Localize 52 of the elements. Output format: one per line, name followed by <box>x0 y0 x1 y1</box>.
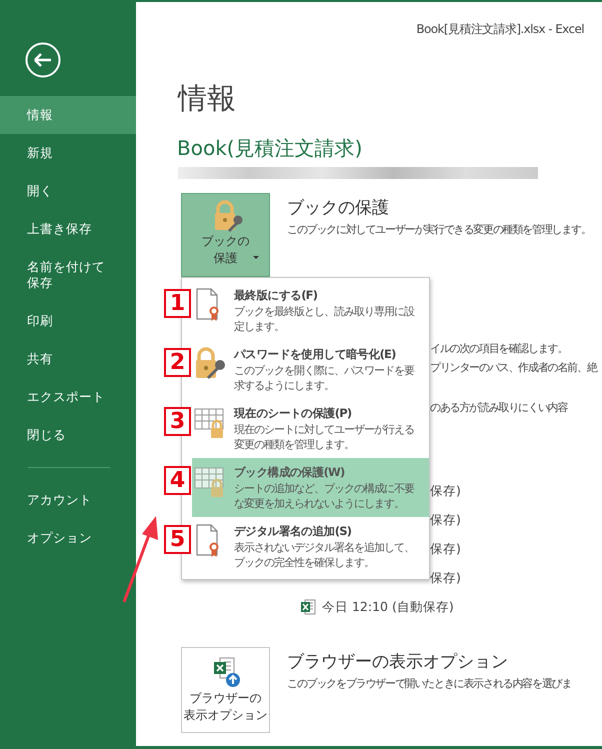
version-entry[interactable]: 保存) <box>430 482 461 500</box>
number-badge: 4 <box>164 466 191 495</box>
sidebar-item[interactable]: 名前を付けて保存 <box>0 248 136 302</box>
menu-item-title: 現在のシートの保護(P) <box>234 405 352 421</box>
menu-item-description: ブックを最終版とし、読み取り専用に設定します。 <box>234 304 416 334</box>
menu-item[interactable]: 最終版にする(F) ブックを最終版とし、読み取り専用に設定します。 <box>192 281 429 340</box>
section-description: このブックに対してユーザーが実行できる変更の種類を管理します。 <box>287 222 591 238</box>
menu-item-description: 表示されないデジタル署名を追加して、ブックの完全性を確保します。 <box>234 540 415 570</box>
page-title: 情報 <box>178 81 236 115</box>
section-heading: ブックの保護 <box>287 197 390 219</box>
back-icon[interactable] <box>25 42 61 78</box>
menu-item-title: 最終版にする(F) <box>234 287 318 303</box>
sidebar-item[interactable]: アカウント <box>0 481 136 519</box>
sidebar-item[interactable]: オプション <box>0 519 136 557</box>
menu-item-title: デジタル署名の追加(S) <box>234 523 352 539</box>
sidebar-item[interactable]: エクスポート <box>0 378 136 416</box>
version-entry[interactable]: 保存) <box>430 512 461 528</box>
caret-icon <box>252 254 260 260</box>
menu-item[interactable]: デジタル署名の追加(S) 表示されないデジタル署名を追加して、ブックの完全性を確保します。 <box>192 517 429 576</box>
info-text: のある方が読み取りにくい内容 <box>430 400 569 416</box>
version-entry[interactable]: 保存) <box>430 570 461 586</box>
sidebar-item[interactable]: 共有 <box>0 340 136 378</box>
window-title: Book[見積注文請求].xlsx - Excel <box>416 21 585 37</box>
section-description: このブックをブラウザーで開いたときに表示される内容を選びま <box>287 676 572 692</box>
menu-item-description: 現在のシートに対してユーザーが行える変更の種類を管理します。 <box>234 422 415 452</box>
sidebar-item[interactable]: 新規 <box>0 134 136 172</box>
version-entry[interactable]: 保存) <box>430 540 461 558</box>
menu-item[interactable]: ブック構成の保護(W) シートの追加など、ブックの構成に不要な変更を加えられないようにします。 <box>192 458 429 517</box>
number-badge: 1 <box>164 289 191 318</box>
menu-item-description: このブックを開く際に、パスワードを要求するようにします。 <box>234 363 416 393</box>
menu-item[interactable]: 現在のシートの保護(P) 現在のシートに対してユーザーが行える変更の種類を管理します。 <box>192 399 429 458</box>
sidebar-item[interactable]: 印刷 <box>0 302 136 340</box>
sidebar-item[interactable]: 情報 <box>0 96 136 134</box>
protect-workbook-button[interactable]: ブックの 保護 <box>181 193 270 277</box>
info-text: プリンターのパス、作成者の名前、絶 <box>430 360 598 376</box>
number-badge: 5 <box>164 525 191 554</box>
sidebar-item[interactable]: 上書き保存 <box>0 210 136 248</box>
sidebar-item[interactable]: 開く <box>0 172 136 210</box>
version-entry[interactable]: 今日 12:10 (自動保存) <box>322 598 454 616</box>
number-badge: 3 <box>164 407 191 436</box>
menu-item-title: パスワードを使用して暗号化(E) <box>234 346 397 362</box>
spreadsheet-file-icon <box>300 599 316 615</box>
section-heading: ブラウザーの表示オプション <box>287 651 509 673</box>
menu-item-description: シートの追加など、ブックの構成に不要な変更を加えられないようにします。 <box>234 481 416 511</box>
lock-key-icon <box>194 346 226 382</box>
info-text: イルの次の項目を確認します。 <box>430 341 568 357</box>
sidebar-item[interactable]: 閉じる <box>0 416 136 454</box>
book-title: Book(見積注文請求) <box>177 135 362 161</box>
number-badge: 2 <box>164 348 191 377</box>
menu-item[interactable]: パスワードを使用して暗号化(E) このブックを開く際に、パスワードを要求するようにします。 <box>192 340 429 399</box>
menu-item-title: ブック構成の保護(W) <box>234 464 346 480</box>
browser-options-button[interactable]: ブラウザーの 表示オプション <box>181 647 270 733</box>
